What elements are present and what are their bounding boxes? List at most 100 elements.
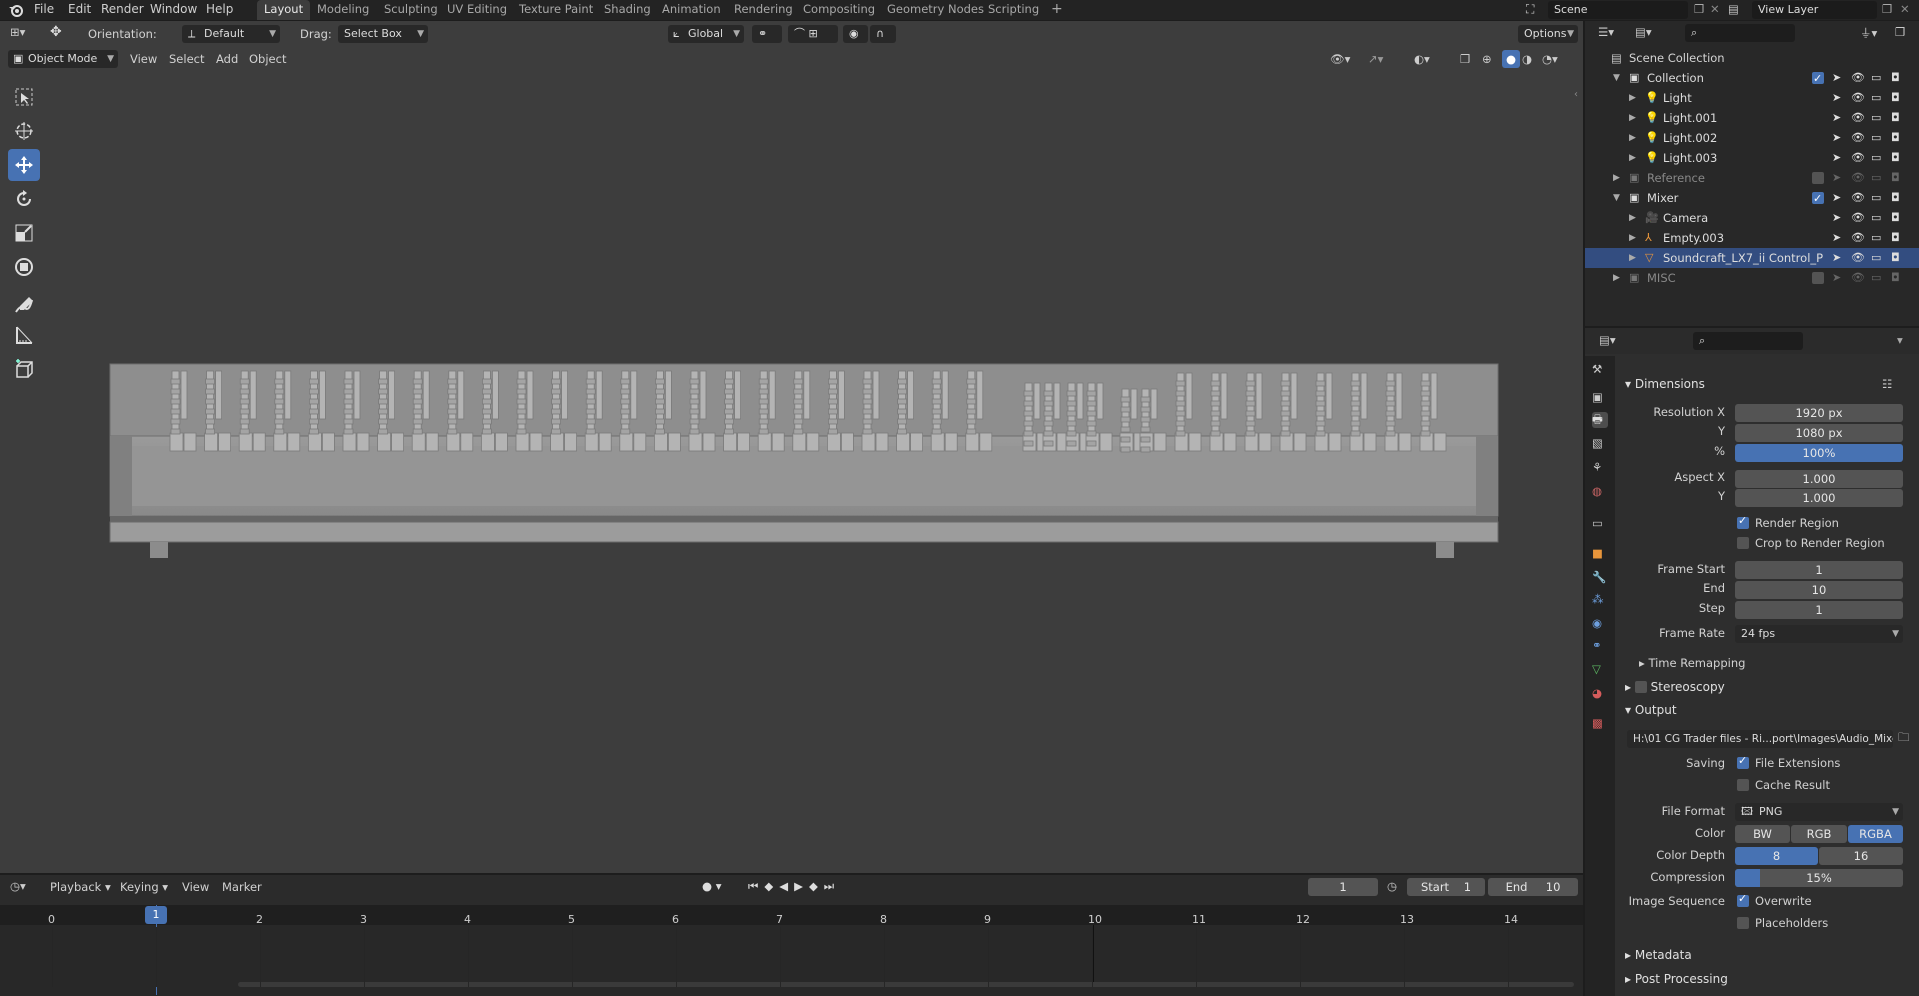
scene-selector[interactable]: Scene [1548,1,1688,19]
render-toggle-icon[interactable]: ◘ [1891,128,1900,148]
overwrite-checkbox[interactable] [1737,892,1749,907]
tab-animation[interactable]: Animation [655,0,728,20]
collection-tab-icon[interactable]: ▭ [1592,516,1608,532]
hide-toggle-icon[interactable]: 👁 [1851,268,1865,288]
select-toggle-icon[interactable]: ➤ [1832,108,1841,128]
end-frame-field[interactable]: End 10 [1488,878,1578,896]
properties-options-icon[interactable]: ▾ [1897,333,1903,347]
tab-uv-editing[interactable]: UV Editing [440,0,514,20]
outliner-row[interactable]: ▶ ▽ Soundcraft_LX7_ii Control_P ➤ 👁 ▭ ◘ [1585,248,1919,268]
add-workspace-button[interactable]: + [1044,0,1070,20]
menu-edit[interactable]: Edit [68,0,91,20]
texture-tab-icon[interactable]: ▩ [1592,716,1608,732]
properties-editor-type-icon[interactable]: ▤▾ [1599,333,1616,347]
exclude-checkbox[interactable] [1812,69,1824,89]
exclude-checkbox[interactable] [1812,272,1824,284]
viewport-toggle-icon[interactable]: ▭ [1871,208,1881,228]
jump-start-icon[interactable]: ⏮ [748,879,764,893]
view-layer-selector[interactable]: View Layer [1752,1,1877,19]
disclosure-triangle-icon[interactable]: ▶ [1629,108,1636,128]
disclosure-triangle-icon[interactable]: ▶ [1629,248,1636,268]
frame-rate-dropdown[interactable]: 24 fps ▼ [1735,625,1903,643]
frame-end-field[interactable]: 10 [1735,581,1903,599]
outliner[interactable]: ☰▾ ▤▾ ⌕ ⏚▾ ❐ ▤ Scene Collection ▼ ▣ Collec… [1585,21,1919,326]
file-extensions-checkbox[interactable] [1737,754,1749,769]
select-toggle-icon[interactable]: ➤ [1832,68,1841,88]
dimensions-panel-header[interactable]: ▾ Dimensions [1625,377,1705,391]
render-toggle-icon[interactable]: ◘ [1891,228,1900,248]
outliner-row[interactable]: ▼ ▣ Collection ➤ 👁 ▭ ◘ [1585,68,1919,89]
outliner-editor-type-icon[interactable]: ☰▾ [1598,25,1614,39]
tool-tab-icon[interactable]: ⚒ [1592,362,1608,378]
disclosure-triangle-icon[interactable]: ▶ [1629,208,1636,228]
display-mode-icon[interactable]: ▤▾ [1635,25,1652,39]
outliner-row[interactable]: ▶ ⅄ Empty.003 ➤ 👁 ▭ ◘ [1585,228,1919,248]
render-region-checkbox[interactable] [1737,514,1749,529]
object-tab-icon[interactable]: ■ [1592,546,1608,562]
output-path-input[interactable]: H:\01 CG Trader files - Ri...port\Images… [1627,730,1893,748]
render-toggle-icon[interactable]: ◘ [1891,248,1900,268]
menu-file[interactable]: File [34,0,54,20]
view-layer-icon[interactable]: ▤ [1728,2,1739,16]
scene-tab-icon[interactable]: ⚘ [1592,460,1608,476]
blender-logo-icon[interactable] [8,2,24,21]
exclude-checkbox[interactable] [1812,172,1824,184]
physics-tab-icon[interactable]: ◉ [1592,616,1608,632]
select-toggle-icon[interactable]: ➤ [1832,168,1841,188]
current-frame-field[interactable]: 1 [1308,878,1378,896]
prev-keyframe-icon[interactable]: ◆ [764,879,779,893]
tab-geometry-nodes[interactable]: Geometry Nodes [880,0,991,20]
new-collection-icon[interactable]: ❐ [1895,25,1905,39]
filter-icon[interactable]: ⏚▾ [1860,25,1877,41]
color-rgba-button[interactable]: RGBA [1848,825,1903,843]
select-toggle-icon[interactable]: ➤ [1832,208,1841,228]
aspect-y-field[interactable]: 1.000 [1735,489,1903,507]
tab-modeling[interactable]: Modeling [310,0,376,20]
frame-start-field[interactable]: 1 [1735,561,1903,579]
outliner-search-input[interactable]: ⌕ [1685,24,1795,42]
timeline-scrollbar[interactable] [238,982,1574,987]
render-tab-icon[interactable]: ▣ [1592,390,1608,406]
select-toggle-icon[interactable]: ➤ [1832,248,1841,268]
modifier-tab-icon[interactable]: 🔧 [1592,570,1608,586]
disclosure-triangle-icon[interactable]: ▶ [1613,268,1620,288]
viewport-toggle-icon[interactable]: ▭ [1871,248,1881,268]
viewport-toggle-icon[interactable]: ▭ [1871,68,1881,88]
outliner-row[interactable]: ▶ 💡 Light.001 ➤ 👁 ▭ ◘ [1585,108,1919,128]
hide-toggle-icon[interactable]: 👁 [1851,68,1865,88]
jump-end-icon[interactable]: ⏭ [824,879,840,893]
select-toggle-icon[interactable]: ➤ [1832,268,1841,288]
render-toggle-icon[interactable]: ◘ [1891,108,1900,128]
render-toggle-icon[interactable]: ◘ [1891,68,1900,88]
select-toggle-icon[interactable]: ➤ [1832,148,1841,168]
disclosure-triangle-icon[interactable]: ▼ [1613,188,1620,208]
data-tab-icon[interactable]: ▽ [1592,662,1608,678]
color-rgb-button[interactable]: RGB [1791,825,1847,843]
hide-toggle-icon[interactable]: 👁 [1851,88,1865,108]
menu-window[interactable]: Window [150,0,197,20]
copy-scene-icon[interactable]: ❐ [1694,2,1704,16]
properties-search-input[interactable]: ⌕ [1693,332,1803,350]
render-toggle-icon[interactable]: ◘ [1891,168,1900,188]
preview-range-icon[interactable]: ◷ [1387,879,1397,893]
select-toggle-icon[interactable]: ➤ [1832,88,1841,108]
tab-shading[interactable]: Shading [597,0,658,20]
select-toggle-icon[interactable]: ➤ [1832,228,1841,248]
viewport-toggle-icon[interactable]: ▭ [1871,128,1881,148]
file-format-dropdown[interactable]: 🖾 PNG ▼ [1735,803,1903,821]
viewport-toggle-icon[interactable]: ▭ [1871,228,1881,248]
viewport-toggle-icon[interactable]: ▭ [1871,168,1881,188]
viewport-toggle-icon[interactable]: ▭ [1871,188,1881,208]
disclosure-triangle-icon[interactable]: ▶ [1629,128,1636,148]
cache-result-checkbox[interactable] [1737,779,1749,791]
menu-playback[interactable]: Playback ▾ [50,880,111,894]
render-toggle-icon[interactable]: ◘ [1891,88,1900,108]
playback-controls[interactable]: ⏮◆◀▶◆⏭ [748,879,840,894]
crop-region-checkbox[interactable] [1737,537,1749,549]
material-tab-icon[interactable]: ◕ [1592,686,1608,702]
copy-view-layer-icon[interactable]: ❐ [1882,2,1892,16]
hide-toggle-icon[interactable]: 👁 [1851,168,1865,188]
timeline-editor[interactable]: ◷▾ Playback ▾ Keying ▾ View Marker ● ▾ ⏮… [0,875,1583,996]
output-tab-icon[interactable]: 🖶 [1592,412,1608,428]
outliner-row[interactable]: ▶ 💡 Light.003 ➤ 👁 ▭ ◘ [1585,148,1919,168]
